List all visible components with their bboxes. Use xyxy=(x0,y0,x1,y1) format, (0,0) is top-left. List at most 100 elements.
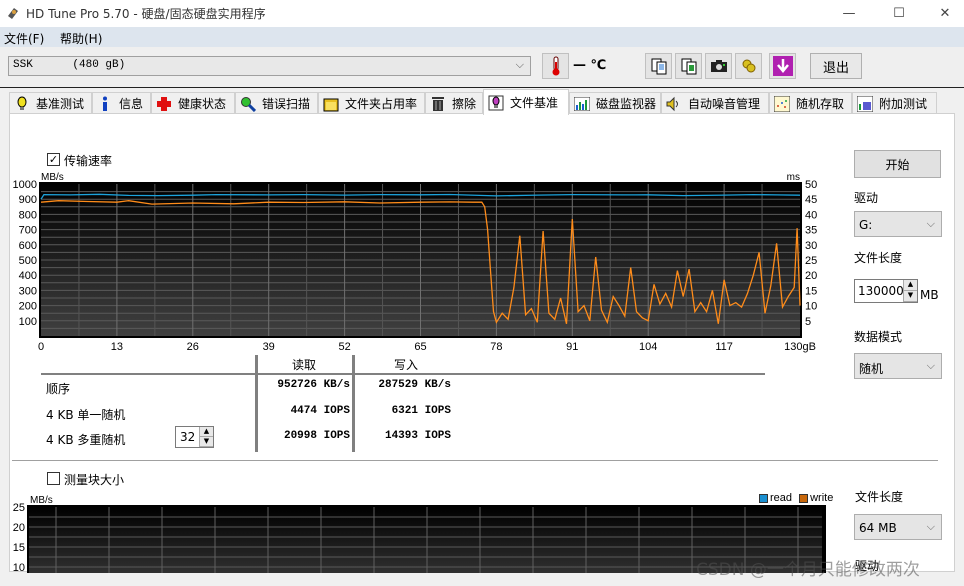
tab-label: 自动噪音管理 xyxy=(688,97,761,111)
file-length-label: 文件长度 xyxy=(854,251,903,265)
y2-tick-label: 25 xyxy=(805,255,817,267)
y2-tick-label: 10 xyxy=(805,301,817,313)
health-icon xyxy=(156,96,172,112)
copy-screenshot-button[interactable] xyxy=(675,53,702,79)
tab-label: 信息 xyxy=(119,97,144,111)
tab-benchmark[interactable]: 基准测试 xyxy=(9,92,92,114)
tab-label: 健康状态 xyxy=(178,97,227,111)
tab-folder-usage[interactable]: 文件夹占用率 xyxy=(318,92,425,114)
chevron-down-icon: ⌵ xyxy=(926,520,935,533)
transfer-rate-label: 传输速率 xyxy=(64,154,113,168)
queue-depth-spinner[interactable]: 32 ▲ ▼ xyxy=(175,426,214,448)
menu-help[interactable]: 帮助(H) xyxy=(60,30,102,47)
block-size-label: 测量块大小 xyxy=(64,473,125,487)
close-icon: ✕ xyxy=(939,6,951,21)
maximize-button[interactable]: ☐ xyxy=(876,0,922,27)
block-file-length-label: 文件长度 xyxy=(855,490,904,504)
temperature-button[interactable] xyxy=(542,53,569,79)
x-tick-label: 130gB xyxy=(784,341,816,353)
y-tick-label: 500 xyxy=(19,255,37,267)
copy-text-icon xyxy=(651,58,666,75)
section-divider xyxy=(12,460,938,461)
drive-select[interactable]: SSK (480 gB) ⌵ xyxy=(8,56,531,76)
tab-random-access[interactable]: 随机存取 xyxy=(769,92,852,114)
coins-icon xyxy=(742,59,755,73)
file-length-spinner[interactable]: 130000 ▲ ▼ xyxy=(854,279,918,303)
monitor-icon xyxy=(574,96,590,112)
spin-down-icon[interactable]: ▼ xyxy=(904,291,917,302)
block-file-length-value: 64 MB xyxy=(859,521,897,535)
y-tick-label: 100 xyxy=(19,316,37,328)
tab-erase[interactable]: 擦除 xyxy=(425,92,483,114)
tab-info[interactable]: 信息 xyxy=(92,92,151,114)
tab-label: 基准测试 xyxy=(36,97,85,111)
tab-error-scan[interactable]: 错误扫描 xyxy=(235,92,318,114)
options-button[interactable] xyxy=(735,53,762,79)
start-button-label: 开始 xyxy=(885,157,910,172)
tab-label: 文件夹占用率 xyxy=(345,97,418,111)
y2-tick-label: 45 xyxy=(805,194,817,206)
y2-tick-label: 35 xyxy=(805,225,817,237)
row-4kb-single-label: 4 KB 单一随机 xyxy=(46,408,126,422)
minimize-button[interactable]: — xyxy=(826,0,872,27)
y-tick-label: 200 xyxy=(19,301,37,313)
tab-health[interactable]: 健康状态 xyxy=(151,92,235,114)
spin-up-icon[interactable]: ▲ xyxy=(904,280,917,291)
copy-text-button[interactable] xyxy=(645,53,672,79)
spin-down-icon[interactable]: ▼ xyxy=(200,437,213,447)
x-tick-label: 65 xyxy=(414,341,426,353)
info-icon xyxy=(97,96,113,112)
transfer-rate-checkbox[interactable]: ✓ xyxy=(47,153,60,166)
data-mode-select[interactable]: 随机 ⌵ xyxy=(854,353,942,379)
spin-up-icon[interactable]: ▲ xyxy=(200,427,213,437)
y-tick-label: 600 xyxy=(19,240,37,252)
watermark: CSDN @一个月只能修改两次 xyxy=(696,560,920,580)
screenshot-button[interactable] xyxy=(705,53,732,79)
download-icon xyxy=(772,56,793,76)
tab-noise-management[interactable]: 自动噪音管理 xyxy=(661,92,769,114)
camera-icon xyxy=(710,60,727,72)
sequential-read-value: 952726 KB/s xyxy=(277,379,350,391)
drive-letter-select[interactable]: G: ⌵ xyxy=(854,211,942,237)
tab-extra-tests[interactable]: 附加测试 xyxy=(852,92,937,114)
row-4kb-multi-label: 4 KB 多重随机 xyxy=(46,433,126,447)
tab-disk-monitor[interactable]: 磁盘监视器 xyxy=(569,92,661,114)
menu-bar: 文件(F) 帮助(H) xyxy=(0,27,964,47)
transfer-rate-chart: 1002003004005006007008009001000510152025… xyxy=(13,172,818,353)
drive-label: 驱动 xyxy=(854,191,879,205)
row-sequential-label: 顺序 xyxy=(46,382,71,396)
y2-tick-label: 50 xyxy=(805,179,817,191)
start-button[interactable]: 开始 xyxy=(854,150,941,178)
y-tick-label: 900 xyxy=(19,194,37,206)
y2-tick-label: 30 xyxy=(805,240,817,252)
tab-file-benchmark[interactable]: 文件基准 xyxy=(483,89,569,115)
x-tick-label: 39 xyxy=(263,341,275,353)
x-tick-label: 0 xyxy=(38,341,44,353)
data-mode-value: 随机 xyxy=(859,362,884,376)
tab-label: 错误扫描 xyxy=(262,97,311,111)
extra-tests-icon xyxy=(857,95,873,112)
write-header: 写入 xyxy=(394,358,419,372)
y-tick-label: 700 xyxy=(19,225,37,237)
menu-file[interactable]: 文件(F) xyxy=(4,30,44,47)
4kb-single-write-value: 6321 IOPS xyxy=(391,405,451,417)
save-button[interactable] xyxy=(769,53,796,79)
close-button[interactable]: ✕ xyxy=(922,0,964,27)
x-tick-label: 13 xyxy=(111,341,123,353)
x-tick-label: 78 xyxy=(490,341,502,353)
speaker-icon xyxy=(666,96,682,112)
x-tick-label: 26 xyxy=(187,341,199,353)
x-tick-label: 91 xyxy=(566,341,578,353)
y2-axis-label: ms xyxy=(787,172,800,183)
4kb-multi-read-value: 20998 IOPS xyxy=(283,430,350,442)
block-size-checkbox[interactable] xyxy=(47,472,60,485)
y-tick-label: 10 xyxy=(13,562,25,573)
folder-icon xyxy=(323,96,339,112)
exit-button[interactable]: 退出 xyxy=(810,53,862,79)
block-file-length-select[interactable]: 64 MB ⌵ xyxy=(854,514,942,540)
y-tick-label: 300 xyxy=(19,285,37,297)
title-bar: HD Tune Pro 5.70 - 硬盘/固态硬盘实用程序 — ☐ ✕ xyxy=(0,0,964,27)
y-tick-label: 1000 xyxy=(13,179,37,191)
tab-label: 附加测试 xyxy=(879,97,928,111)
y-tick-label: 25 xyxy=(13,502,25,514)
